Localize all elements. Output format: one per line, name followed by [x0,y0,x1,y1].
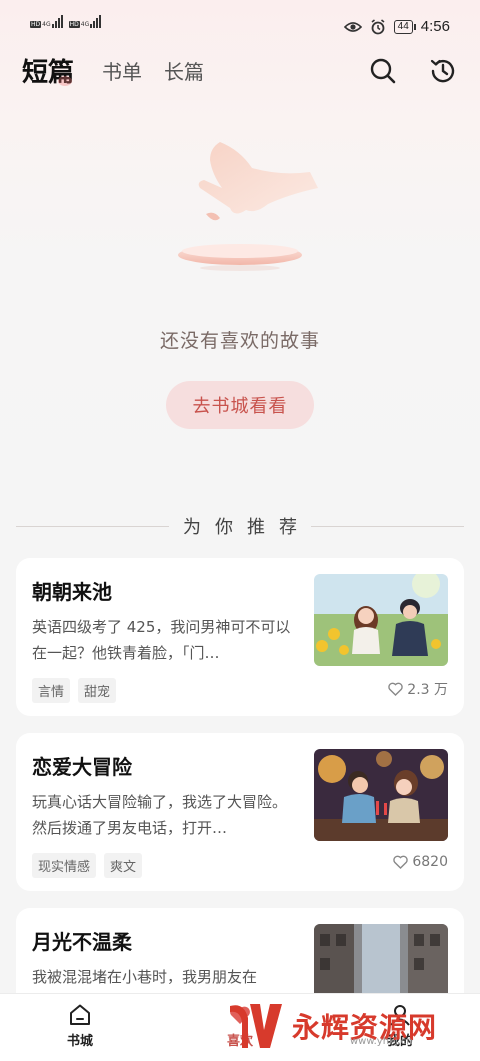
signal-indicators: HD 4G HD 4G [30,14,102,28]
hd-badge: HD [30,21,42,28]
eye-icon [343,21,362,32]
nav-bookstore[interactable]: 书城 [40,1002,120,1049]
top-tab-bar: 短篇 书单 长篇 [0,44,480,98]
go-to-bookstore-button[interactable]: 去书城看看 [166,381,314,429]
tab-book-lists[interactable]: 书单 [102,56,142,85]
story-description: 我被混混堵在小巷时，我男朋友在 [32,968,258,986]
clock: 4:56 [420,18,450,35]
recommend-title: 为你推荐 [183,517,311,538]
divider [311,525,464,527]
signal-bars-icon [90,14,102,28]
home-icon [70,1004,90,1025]
story-tag: 爽文 [104,853,143,878]
alarm-icon [371,18,385,34]
history-icon[interactable] [428,56,458,86]
status-bar: HD 4G HD 4G 44 4:56 [0,0,480,44]
story-tags: 现实情感 爽文 [32,853,143,878]
likes-value: 6820 [412,854,448,870]
story-title: 恋爱大冒险 [32,755,132,779]
signal-bars-icon [51,14,63,28]
watermark-url: www.yhkj.cn [350,1036,413,1047]
hd-badge: HD [68,21,80,28]
divider [16,525,169,527]
heart-icon [393,855,409,869]
likes-count: 2.3 万 [388,679,448,699]
empty-message: 还没有喜欢的故事 [159,330,320,352]
story-card[interactable]: 朝朝来池 英语四级考了 425，我问男神可不可以在一起？他铁青着脸，「门… 言情… [16,558,464,716]
tab-short-stories[interactable]: 短篇 [22,52,74,89]
sim2-signal: HD 4G [68,14,102,28]
search-icon[interactable] [368,56,398,86]
story-tags: 言情 甜宠 [32,678,117,703]
likes-value: 2.3 万 [407,682,448,698]
story-tag: 现实情感 [32,853,97,878]
nav-label: 书城 [66,1034,93,1049]
recommend-header: 为你推荐 [16,512,464,540]
watermark: 永辉资源网 www.yhkj.cn [226,1000,437,1052]
story-tag: 言情 [32,678,71,703]
story-title: 月光不温柔 [32,930,132,954]
story-title: 朝朝来池 [32,580,112,604]
story-cover-image [314,749,448,841]
story-tag: 甜宠 [78,678,117,703]
story-description: 英语四级考了 425，我问男神可不可以在一起？他铁青着脸，「门… [32,618,291,662]
story-card[interactable]: 恋爱大冒险 玩真心话大冒险输了，我选了大冒险。然后拨通了男友电话，打开… 现实情… [16,733,464,891]
heart-icon [388,682,404,696]
tab-long-stories[interactable]: 长篇 [164,56,204,85]
watermark-logo-icon [230,1004,282,1048]
battery-icon: 44 [393,19,416,34]
sim1-signal: HD 4G [30,14,63,28]
network-type: 4G [42,21,51,28]
empty-hand-illustration [178,142,318,271]
status-right: 44 4:56 [343,18,450,35]
network-type: 4G [80,21,90,28]
story-cover-image [314,574,448,666]
likes-count: 6820 [393,854,448,870]
story-description: 玩真心话大冒险输了，我选了大冒险。然后拨通了男友电话，打开… [32,793,288,837]
